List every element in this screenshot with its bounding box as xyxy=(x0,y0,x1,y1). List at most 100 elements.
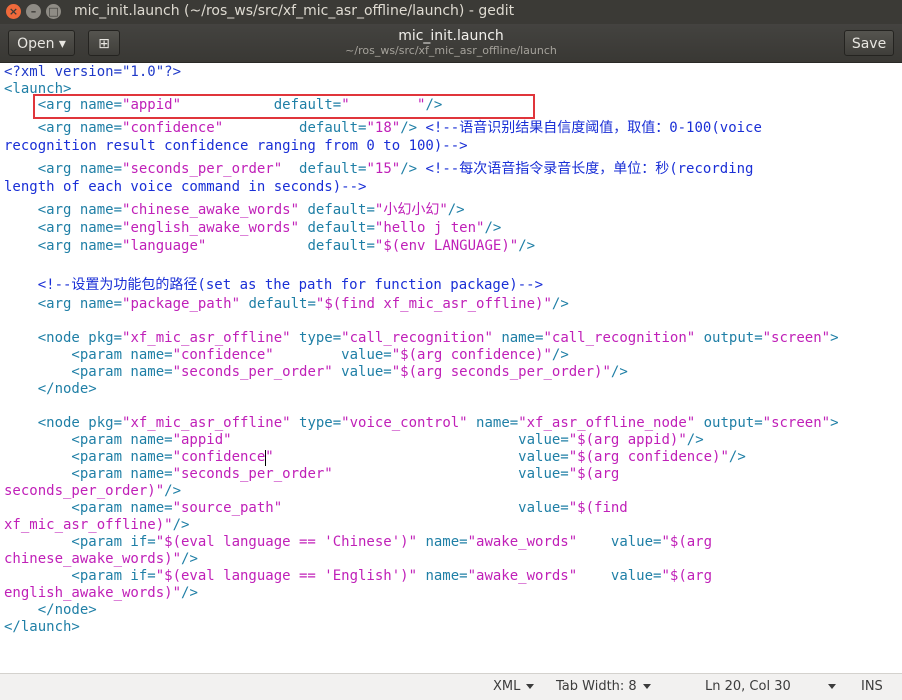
chevron-down-icon xyxy=(828,684,836,689)
maximize-icon[interactable]: □ xyxy=(46,4,61,19)
code-text: <arg name= xyxy=(4,161,123,177)
code-text: <param name= xyxy=(4,466,173,482)
save-button[interactable]: Save xyxy=(844,30,894,56)
code-text: "seconds_per_order" xyxy=(122,161,283,177)
position-menu-toggle[interactable] xyxy=(822,679,836,694)
code-text: "screen" xyxy=(762,330,831,346)
code-text: "xf_asr_offline_node" xyxy=(518,415,696,431)
chevron-down-icon xyxy=(526,684,535,689)
cursor-position[interactable]: Ln 20, Col 30 xyxy=(705,679,791,694)
code-text: "awake_words" xyxy=(467,534,578,550)
tab-width-label: Tab Width: 8 xyxy=(556,679,637,694)
code-line: <!--设置为功能包的路径(set as the path for functi… xyxy=(4,277,543,294)
code-text: "awake_words" xyxy=(467,568,578,584)
code-text: "language" xyxy=(122,238,207,254)
header-bar: Open ▾ ⊞ mic_init.launch ~/ros_ws/src/xf… xyxy=(0,24,902,63)
code-text: /> xyxy=(181,551,198,567)
code-text: default= xyxy=(206,238,375,254)
code-line: <param name="confidence" value="$(arg co… xyxy=(4,347,569,364)
code-text: "seconds_per_order" xyxy=(172,466,333,482)
code-text: value= xyxy=(577,568,662,584)
code-text: type= xyxy=(290,330,342,346)
code-text: value= xyxy=(273,449,569,465)
code-text: <node pkg= xyxy=(4,330,123,346)
code-line: </node> xyxy=(4,602,97,619)
code-text: "confidence" xyxy=(172,449,274,465)
code-text: "package_path" xyxy=(122,296,241,312)
code-text: "$(env LANGUAGE)" xyxy=(374,238,519,254)
code-text: /> xyxy=(551,347,569,363)
code-text: value= xyxy=(577,534,662,550)
code-text: value= xyxy=(332,466,569,482)
code-text: <param if= xyxy=(4,534,156,550)
code-text: value= xyxy=(231,432,569,448)
code-line: xf_mic_asr_offline)"/> xyxy=(4,517,189,534)
close-icon[interactable]: × xyxy=(6,4,21,19)
code-text: <?xml version="1.0"?> xyxy=(4,64,182,80)
chevron-down-icon xyxy=(642,684,651,689)
code-text: xf_mic_asr_offline)" xyxy=(4,517,173,533)
code-line: english_awake_words)"/> xyxy=(4,585,198,602)
code-text: chinese_awake_words)" xyxy=(4,551,182,567)
code-text: > xyxy=(830,330,839,346)
code-text: default= xyxy=(240,296,316,312)
code-text: "$(eval language == 'English')" xyxy=(155,568,418,584)
code-text: "15" xyxy=(366,161,401,177)
code-line: <param name="confidence" value="$(arg co… xyxy=(4,449,745,466)
code-text: </node> xyxy=(4,381,97,397)
code-text: "xf_mic_asr_offline" xyxy=(122,330,291,346)
code-text: /> xyxy=(686,432,704,448)
status-bar: XML Tab Width: 8 Ln 20, Col 30 INS xyxy=(0,673,902,700)
code-line: recognition result confidence ranging fr… xyxy=(4,138,468,155)
code-text: "confidence" xyxy=(172,347,274,363)
code-text: default= xyxy=(223,120,367,136)
code-text: <node pkg= xyxy=(4,415,123,431)
code-text: "appid" xyxy=(172,432,232,448)
code-text: "$(arg xyxy=(661,534,713,550)
code-comment: <!--语音识别结果自信度阈值，取值：0-100(voice xyxy=(425,120,762,136)
minimize-icon[interactable]: – xyxy=(26,4,41,19)
code-text: /> xyxy=(400,120,426,136)
tab-width-selector[interactable]: Tab Width: 8 xyxy=(556,679,651,694)
code-text: /> xyxy=(518,238,536,254)
code-text: <arg name= xyxy=(4,238,123,254)
code-text: /> xyxy=(400,161,426,177)
code-text: "source_path" xyxy=(172,500,283,516)
code-text: <arg name= xyxy=(4,202,123,218)
code-text: "小幻小幻" xyxy=(374,202,448,218)
code-text: </launch> xyxy=(4,619,80,635)
code-text: type= xyxy=(290,415,342,431)
code-text: output= xyxy=(695,415,763,431)
code-line: length of each voice command in seconds)… xyxy=(4,179,366,196)
language-selector[interactable]: XML xyxy=(493,679,535,694)
code-line: <param if="$(eval language == 'Chinese')… xyxy=(4,534,712,551)
code-text: name= xyxy=(417,534,468,550)
code-text: /> xyxy=(610,364,628,380)
code-text: <param if= xyxy=(4,568,156,584)
code-text: "$(arg appid)" xyxy=(568,432,687,448)
code-text: /> xyxy=(172,517,190,533)
code-text: value= xyxy=(282,500,569,516)
code-text: "18" xyxy=(366,120,401,136)
text-editor[interactable]: <?xml version="1.0"?> <launch> <arg name… xyxy=(0,63,902,673)
code-line: <?xml version="1.0"?> xyxy=(4,64,181,81)
code-text: "seconds_per_order" xyxy=(172,364,333,380)
code-line: chinese_awake_words)"/> xyxy=(4,551,198,568)
code-text: default= xyxy=(299,220,375,236)
code-comment: length of each voice command in seconds)… xyxy=(4,179,367,195)
code-text: english_awake_words)" xyxy=(4,585,182,601)
code-text: "$(find xf_mic_asr_offline)" xyxy=(315,296,552,312)
code-text: name= xyxy=(492,330,544,346)
code-text: <arg name= xyxy=(4,220,123,236)
code-text: <param name= xyxy=(4,432,173,448)
code-line: <param name="seconds_per_order" value="$… xyxy=(4,364,628,381)
code-text: "$(arg xyxy=(661,568,713,584)
code-comment: <!--每次语音指令录音长度，单位：秒(recording xyxy=(425,161,754,177)
code-text: /> xyxy=(484,220,502,236)
code-line: <param name="seconds_per_order" value="$… xyxy=(4,466,619,483)
code-line: <arg name="language" default="$(env LANG… xyxy=(4,238,535,255)
code-text: "$(eval language == 'Chinese')" xyxy=(155,534,418,550)
code-text: <param name= xyxy=(4,347,173,363)
insert-mode[interactable]: INS xyxy=(861,679,883,694)
code-text: "$(arg xyxy=(568,466,620,482)
